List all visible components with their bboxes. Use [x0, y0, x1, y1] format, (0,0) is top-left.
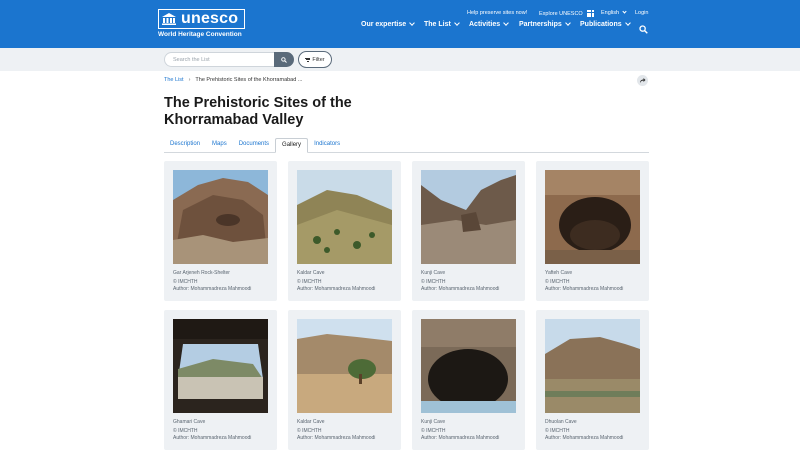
- gallery-caption: Ghamari Cave: [173, 419, 206, 425]
- gallery-copyright: © IMCHTH: [545, 428, 570, 434]
- tab-description[interactable]: Description: [164, 138, 206, 152]
- gallery-caption: Gar Arjeneh Rock-Shelter: [173, 270, 230, 276]
- gallery-author: Author: Mohammadreza Mahmoodi: [297, 286, 376, 292]
- nav-our-expertise[interactable]: Our expertise: [361, 20, 415, 28]
- gallery-copyright: © IMCHTH: [173, 279, 198, 285]
- gallery-photo[interactable]: [173, 170, 268, 264]
- search-button[interactable]: [274, 52, 294, 67]
- gallery-card[interactable]: Kaldar Cave © IMCHTH Author: Mohammadrez…: [288, 310, 401, 450]
- site-header: unesco World Heritage Convention Help pr…: [0, 0, 800, 48]
- filter-icon: [305, 57, 311, 63]
- tab-maps[interactable]: Maps: [206, 138, 233, 152]
- search-icon: [281, 56, 287, 63]
- breadcrumb-the-list[interactable]: The List: [164, 77, 184, 83]
- gallery-author: Author: Mohammadreza Mahmoodi: [297, 435, 376, 441]
- gallery-caption: Kunji Cave: [421, 270, 446, 276]
- nav-activities[interactable]: Activities: [469, 20, 509, 28]
- gallery-photo[interactable]: [421, 319, 516, 413]
- temple-icon: [162, 13, 176, 25]
- gallery-card[interactable]: Kunji Cave © IMCHTH Author: Mohammadreza…: [412, 310, 525, 450]
- gallery-card[interactable]: Dhuolan Cave © IMCHTH Author: Mohammadre…: [536, 310, 649, 450]
- breadcrumb-separator: ›: [188, 77, 191, 83]
- search-input[interactable]: [164, 52, 274, 67]
- gallery-photo[interactable]: [173, 319, 268, 413]
- chevron-down-icon: [409, 20, 415, 26]
- filter-button[interactable]: Filter: [298, 51, 332, 68]
- breadcrumb: The List › The Prehistoric Sites of the Kh…: [164, 77, 302, 83]
- gallery-photo[interactable]: [421, 170, 516, 264]
- tab-bar: Description Maps Documents Gallery Indic…: [164, 138, 649, 153]
- gallery-copyright: © IMCHTH: [421, 428, 446, 434]
- gallery-copyright: © IMCHTH: [173, 428, 198, 434]
- gallery-caption: Kaldar Cave: [297, 419, 325, 425]
- gallery-photo[interactable]: [297, 319, 392, 413]
- unesco-logo[interactable]: unesco World Heritage Convention: [158, 9, 246, 38]
- gallery-copyright: © IMCHTH: [297, 279, 322, 285]
- gallery-caption: Kaldar Cave: [297, 270, 325, 276]
- gallery-author: Author: Mohammadreza Mahmoodi: [545, 286, 624, 292]
- tab-gallery[interactable]: Gallery: [275, 138, 309, 153]
- gallery-card[interactable]: Kaldar Cave © IMCHTH Author: Mohammadrez…: [288, 161, 401, 301]
- search-bar-strip: Filter: [0, 48, 800, 71]
- help-link[interactable]: Help preserve sites now!: [467, 10, 527, 16]
- gallery-photo[interactable]: [545, 170, 640, 264]
- share-button[interactable]: [637, 75, 648, 86]
- gallery-author: Author: Mohammadreza Mahmoodi: [173, 435, 252, 441]
- share-icon: [640, 78, 646, 83]
- gallery-caption: Kunji Cave: [421, 419, 446, 425]
- language-selector[interactable]: English: [601, 9, 627, 16]
- chevron-down-icon: [622, 9, 627, 14]
- logo-subtitle: World Heritage Convention: [158, 31, 242, 38]
- grid-icon: [586, 10, 594, 17]
- breadcrumb-current: The Prehistoric Sites of the Khorramabad…: [195, 77, 303, 83]
- gallery-card[interactable]: Ghamari Cave © IMCHTH Author: Mohammadre…: [164, 310, 277, 450]
- nav-the-list[interactable]: The List: [424, 20, 460, 28]
- chevron-down-icon: [564, 20, 571, 26]
- page-title: The Prehistoric Sites of the Khorramabad…: [164, 95, 352, 128]
- gallery-copyright: © IMCHTH: [297, 428, 322, 434]
- gallery-photo[interactable]: [545, 319, 640, 413]
- gallery-card[interactable]: Gar Arjeneh Rock-Shelter © IMCHTH Author…: [164, 161, 277, 301]
- explore-unesco-link[interactable]: Explore UNESCO: [539, 10, 594, 17]
- nav-publications[interactable]: Publications: [580, 20, 631, 28]
- chevron-down-icon: [454, 20, 460, 26]
- chevron-down-icon: [624, 20, 631, 26]
- logo-box: unesco: [158, 9, 246, 29]
- gallery-copyright: © IMCHTH: [421, 279, 446, 285]
- chevron-down-icon: [503, 20, 509, 26]
- gallery-author: Author: Mohammadreza Mahmoodi: [545, 435, 624, 441]
- gallery-caption: Dhuolan Cave: [545, 419, 577, 425]
- tab-documents[interactable]: Documents: [233, 138, 275, 152]
- login-link[interactable]: Login: [635, 10, 648, 16]
- gallery-author: Author: Mohammadreza Mahmoodi: [173, 286, 252, 292]
- tab-indicators[interactable]: Indicators: [308, 138, 346, 152]
- gallery-card[interactable]: Kunji Cave © IMCHTH Author: Mohammadreza…: [412, 161, 525, 301]
- gallery-photo[interactable]: [297, 170, 392, 264]
- logo-wordmark: unesco: [181, 10, 239, 27]
- nav-partnerships[interactable]: Partnerships: [519, 20, 571, 28]
- gallery-card[interactable]: Yafteh Cave © IMCHTH Author: Mohammadrez…: [536, 161, 649, 301]
- gallery-copyright: © IMCHTH: [545, 279, 570, 285]
- search-icon[interactable]: [639, 21, 648, 34]
- gallery-author: Author: Mohammadreza Mahmoodi: [421, 286, 500, 292]
- gallery-caption: Yafteh Cave: [545, 270, 573, 276]
- gallery-author: Author: Mohammadreza Mahmoodi: [421, 435, 500, 441]
